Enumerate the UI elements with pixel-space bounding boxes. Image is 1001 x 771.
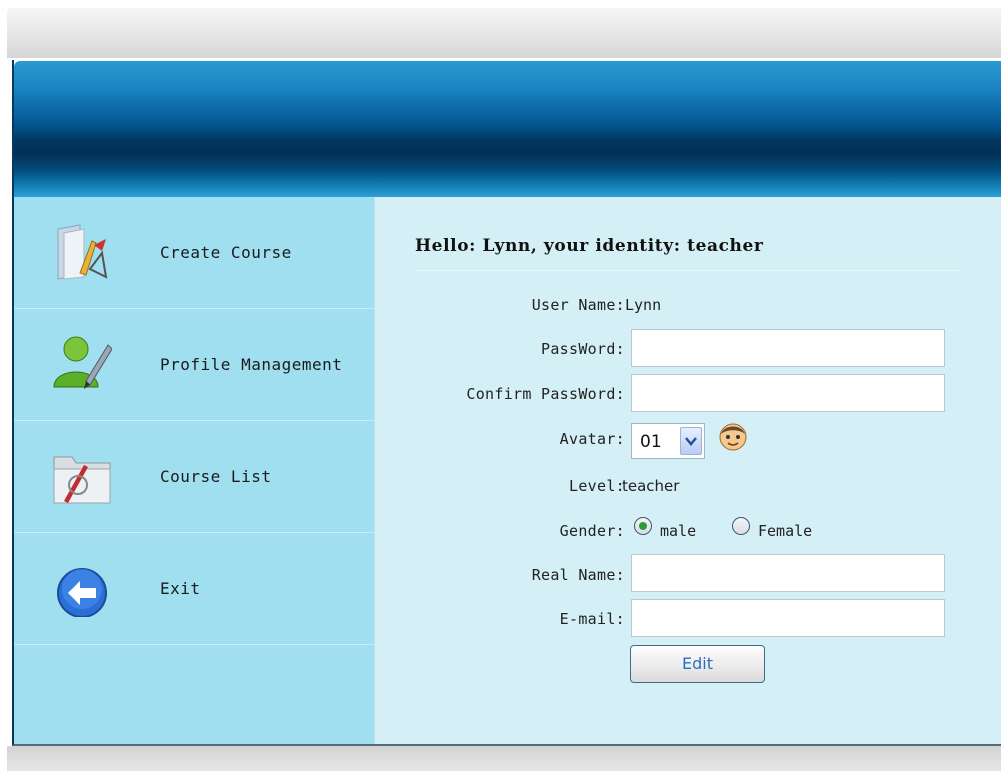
sidebar-item-create-course[interactable]: Create Course <box>14 197 374 309</box>
user-name-value: Lynn <box>625 296 662 314</box>
email-label: E-mail: <box>559 610 625 628</box>
sidebar-item-label: Create Course <box>160 243 292 262</box>
real-name-field[interactable] <box>631 554 945 592</box>
header-banner <box>14 61 1001 197</box>
password-label: PassWord: <box>541 340 625 358</box>
avatar-face-icon <box>716 420 750 454</box>
browser-bottom-bar <box>7 746 1001 771</box>
level-label: Level: <box>569 477 625 495</box>
avatar-select[interactable]: 01 <box>631 423 705 459</box>
gender-female-label[interactable]: Female <box>758 522 812 540</box>
create-course-icon <box>50 219 112 281</box>
sidebar-item-label: Course List <box>160 467 272 486</box>
level-value: teacher <box>622 477 680 495</box>
confirm-password-label: Confirm PassWord: <box>466 385 625 403</box>
browser-top-bar <box>7 8 1001 58</box>
confirm-password-field[interactable] <box>631 374 945 412</box>
radio-selected-dot <box>639 522 647 530</box>
gender-male-radio[interactable] <box>634 517 652 535</box>
sidebar-item-exit[interactable]: Exit <box>14 533 374 645</box>
avatar-label: Avatar: <box>559 430 625 448</box>
password-field[interactable] <box>631 329 945 367</box>
divider <box>415 270 960 271</box>
folder-list-icon <box>50 443 112 505</box>
avatar-select-value: 01 <box>640 432 662 452</box>
back-arrow-icon <box>50 555 112 618</box>
email-field[interactable] <box>631 599 945 637</box>
edit-button[interactable]: Edit <box>630 645 765 683</box>
sidebar: Create Course Profile Management Course … <box>14 197 374 744</box>
gender-female-radio[interactable] <box>732 517 750 535</box>
real-name-label: Real Name: <box>531 566 625 584</box>
gender-male-label[interactable]: male <box>660 522 696 540</box>
gender-label: Gender: <box>559 522 625 540</box>
sidebar-item-label: Profile Management <box>160 355 343 374</box>
sidebar-item-profile-management[interactable]: Profile Management <box>14 309 374 421</box>
sidebar-item-label: Exit <box>160 579 201 598</box>
sidebar-item-course-list[interactable]: Course List <box>14 421 374 533</box>
profile-user-icon <box>50 331 113 393</box>
user-name-label: User Name: <box>531 296 625 314</box>
greeting-text: Hello: Lynn, your identity: teacher <box>415 236 764 256</box>
chevron-down-icon[interactable] <box>680 427 702 455</box>
